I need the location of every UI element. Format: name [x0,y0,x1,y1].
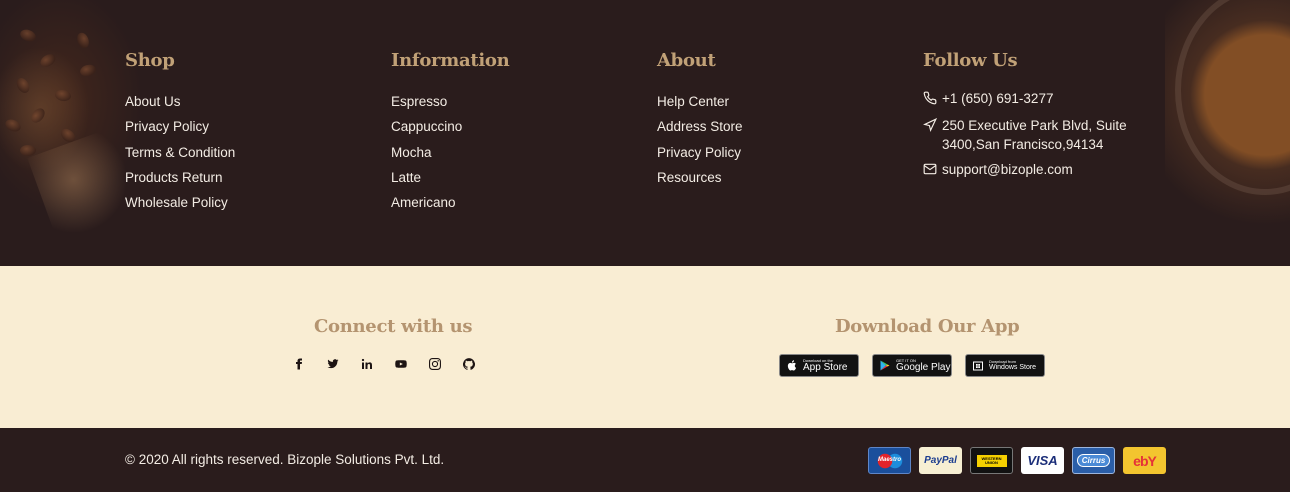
information-heading: Information [391,50,510,71]
link-cappuccino[interactable]: Cappuccino [391,114,509,139]
download-app-heading: Download Our App [835,316,1020,337]
linkedin-icon[interactable] [350,355,384,373]
link-resources[interactable]: Resources [657,165,743,190]
google-play-label: Google Play [896,361,951,373]
copyright-text: © 2020 All rights reserved. Bizople Solu… [125,452,445,467]
link-latte[interactable]: Latte [391,165,509,190]
about-column: About Help Center Address Store Privacy … [657,50,743,190]
maestro-label: Maestro [877,456,901,463]
youtube-icon[interactable] [384,355,418,373]
shop-heading: Shop [125,50,175,71]
app-store-label: App Store [803,361,848,373]
footer-middle: Connect with us Download Our App Downloa… [0,266,1290,428]
information-column: Information Espresso Cappuccino Mocha La… [391,50,510,215]
ebay-card: ebY [1123,447,1166,474]
windows-store-label: Windows Store [989,364,1037,371]
footer-top: Shop About Us Privacy Policy Terms & Con… [0,0,1290,266]
link-privacy-policy[interactable]: Privacy Policy [125,114,235,139]
link-address-store[interactable]: Address Store [657,114,743,139]
twitter-icon[interactable] [316,355,350,373]
visa-card: VISA [1021,447,1064,474]
phone-number: +1 (650) 691-3277 [942,91,1054,106]
footer-bottom: © 2020 All rights reserved. Bizople Solu… [0,428,1290,492]
western-union-label: WESTERN UNION [976,454,1007,467]
follow-us-heading: Follow Us [923,50,1018,71]
link-about-us[interactable]: About Us [125,89,235,114]
ebay-label: ebY [1133,452,1157,469]
social-links [282,355,486,373]
location-arrow-icon [923,116,942,137]
windows-icon [973,361,983,371]
follow-us-column: Follow Us +1 (650) 691-3277 250 Executiv… [923,50,1148,187]
link-about-privacy-policy[interactable]: Privacy Policy [657,140,743,165]
cirrus-card: Cirrus [1072,447,1115,474]
paypal-label: PayPal [924,455,957,466]
link-help-center[interactable]: Help Center [657,89,743,114]
link-products-return[interactable]: Products Return [125,165,235,190]
address-text: 250 Executive Park Blvd, Suite 3400,San … [942,118,1127,152]
link-wholesale-policy[interactable]: Wholesale Policy [125,190,235,215]
western-union-card: WESTERN UNION [970,447,1013,474]
maestro-card: Maestro [868,447,911,474]
facebook-icon[interactable] [282,355,316,373]
mail-icon [923,160,942,181]
windows-store-button[interactable]: Download from Windows Store [965,354,1045,377]
link-mocha[interactable]: Mocha [391,140,509,165]
app-store-badges: Download on the App Store GET IT ON Goog… [779,354,1045,377]
contact-email[interactable]: support@bizople.com [923,160,1148,181]
connect-heading: Connect with us [314,316,473,337]
github-icon[interactable] [452,355,486,373]
cirrus-label: Cirrus [1076,454,1111,467]
google-play-icon [880,360,890,371]
link-terms-condition[interactable]: Terms & Condition [125,140,235,165]
instagram-icon[interactable] [418,355,452,373]
shop-column: Shop About Us Privacy Policy Terms & Con… [125,50,235,215]
link-espresso[interactable]: Espresso [391,89,509,114]
visa-label: VISA [1027,453,1058,468]
phone-icon [923,89,942,110]
paypal-card: PayPal [919,447,962,474]
contact-address: 250 Executive Park Blvd, Suite 3400,San … [923,116,1148,154]
coffee-cup-image [1165,0,1290,266]
app-store-button[interactable]: Download on the App Store [779,354,859,377]
contact-phone[interactable]: +1 (650) 691-3277 [923,89,1148,110]
payment-methods: Maestro PayPal WESTERN UNION VISA Cirrus… [868,447,1166,474]
email-address: support@bizople.com [942,162,1073,177]
link-americano[interactable]: Americano [391,190,509,215]
apple-icon [787,360,797,371]
google-play-button[interactable]: GET IT ON Google Play [872,354,952,377]
about-heading: About [657,50,716,71]
